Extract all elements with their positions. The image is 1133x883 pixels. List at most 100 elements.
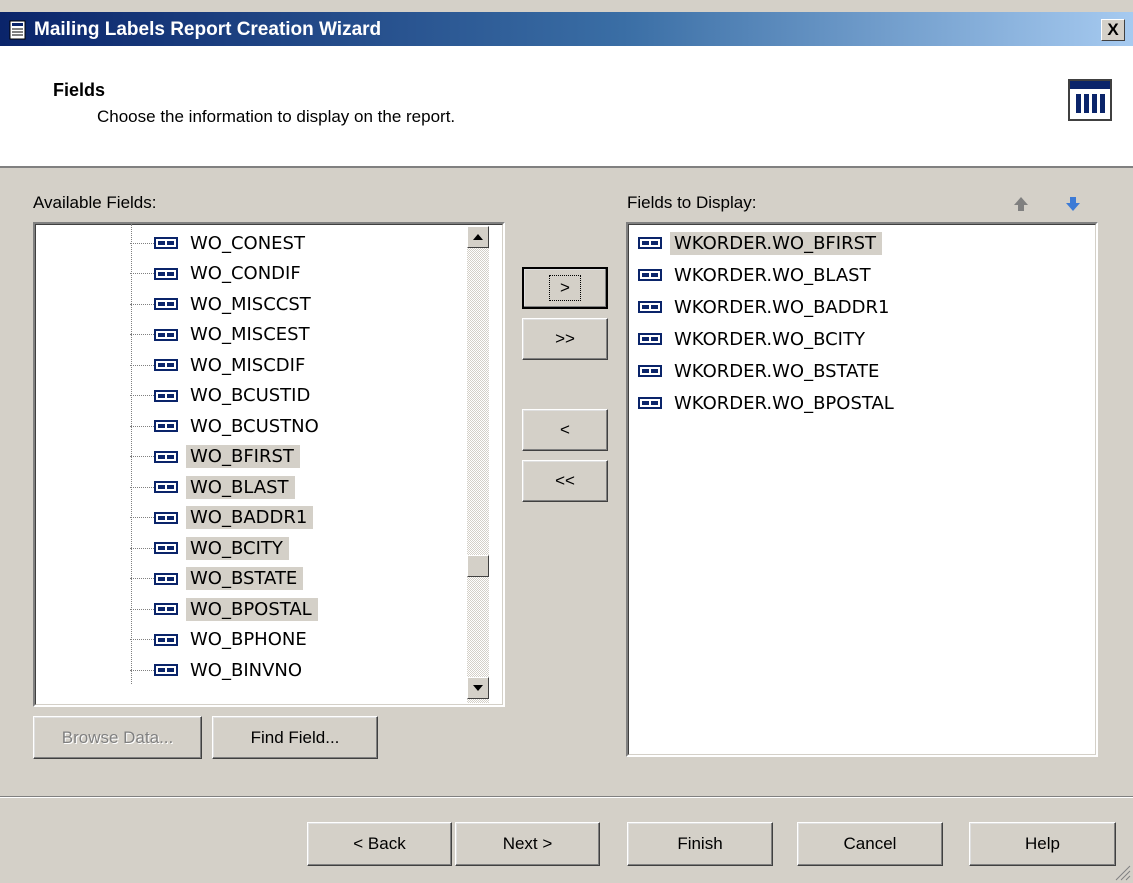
available-field-label: WO_CONDIF xyxy=(190,263,301,284)
available-field-label: WO_BSTATE xyxy=(186,567,304,590)
available-field-label: WO_MISCCST xyxy=(190,293,311,315)
available-field-item[interactable]: WO_BCUSTID xyxy=(130,381,316,411)
scroll-thumb[interactable] xyxy=(467,555,489,577)
add-field-button[interactable]: > xyxy=(522,267,608,309)
finish-button[interactable]: Finish xyxy=(627,822,773,866)
available-field-label: WO_BCITY xyxy=(186,536,289,560)
display-field-item[interactable]: WKORDER.WO_BLAST xyxy=(638,260,877,290)
display-field-item[interactable]: WKORDER.WO_BFIRST xyxy=(638,228,883,258)
tree-connector xyxy=(130,425,154,427)
table-icon xyxy=(1068,79,1112,121)
scroll-up-button[interactable] xyxy=(467,226,489,248)
available-field-label: WO_BINVNO xyxy=(190,659,303,681)
fields-to-display-label: Fields to Display: xyxy=(627,193,757,212)
tree-connector xyxy=(130,395,154,396)
available-field-item[interactable]: WO_MISCEST xyxy=(130,320,316,350)
back-button[interactable]: < Back xyxy=(307,822,452,866)
add-all-fields-button[interactable]: >> xyxy=(522,318,608,360)
page-title: Fields xyxy=(53,80,106,100)
display-field-label: WKORDER.WO_BPOSTAL xyxy=(674,392,894,414)
available-field-item[interactable]: WO_BSTATE xyxy=(130,564,304,594)
tree-connector xyxy=(130,669,154,671)
triangle-up-icon xyxy=(473,234,483,240)
available-field-item[interactable]: WO_BCITY xyxy=(130,533,289,563)
available-field-item[interactable]: WO_BADDR1 xyxy=(130,503,314,533)
field-icon xyxy=(154,603,178,615)
field-icon xyxy=(638,301,662,313)
available-field-item[interactable]: WO_BINVNO xyxy=(130,655,308,685)
display-field-item[interactable]: WKORDER.WO_BSTATE xyxy=(638,356,885,386)
triangle-down-icon xyxy=(473,685,483,691)
field-icon xyxy=(154,298,178,310)
next-button[interactable]: Next > xyxy=(455,822,600,866)
field-icon xyxy=(154,237,178,249)
close-button[interactable]: X xyxy=(1101,19,1125,41)
field-icon xyxy=(638,269,662,281)
available-field-item[interactable]: WO_CONDIF xyxy=(130,259,307,289)
available-field-label: WO_BCUSTID xyxy=(190,385,311,406)
tree-connector xyxy=(130,547,154,549)
available-field-label: WO_BLAST xyxy=(186,475,295,499)
field-icon xyxy=(638,237,662,249)
remove-all-fields-button[interactable]: << xyxy=(522,460,608,502)
field-icon xyxy=(154,511,178,524)
remove-field-button[interactable]: < xyxy=(522,409,608,451)
available-field-label: WO_BCUSTNO xyxy=(190,415,319,437)
display-field-item[interactable]: WKORDER.WO_BPOSTAL xyxy=(638,388,900,418)
available-field-label: WO_BFIRST xyxy=(186,445,300,468)
display-field-label: WKORDER.WO_BFIRST xyxy=(670,231,883,255)
tree-connector xyxy=(130,242,154,244)
display-field-item[interactable]: WKORDER.WO_BADDR1 xyxy=(638,292,895,322)
field-icon xyxy=(154,481,178,493)
available-field-label: WO_BADDR1 xyxy=(186,506,314,529)
tree-connector xyxy=(130,486,154,488)
resize-grip-icon[interactable] xyxy=(1113,863,1131,881)
tree-connector xyxy=(130,334,154,335)
field-icon xyxy=(154,633,178,646)
help-button[interactable]: Help xyxy=(969,822,1116,866)
field-icon xyxy=(154,328,178,341)
field-icon xyxy=(154,389,178,402)
available-field-item[interactable]: WO_BPOSTAL xyxy=(130,594,318,624)
available-field-item[interactable]: WO_BCUSTNO xyxy=(130,411,325,441)
field-icon xyxy=(638,333,662,345)
field-icon xyxy=(154,359,178,371)
field-icon xyxy=(154,420,178,432)
tree-connector xyxy=(130,456,154,457)
available-field-item[interactable]: WO_MISCDIF xyxy=(130,350,311,380)
move-up-icon[interactable] xyxy=(1011,194,1031,214)
field-icon xyxy=(154,572,178,585)
move-down-icon[interactable] xyxy=(1063,194,1083,214)
available-field-item[interactable]: WO_BPHONE xyxy=(130,625,313,655)
tree-connector xyxy=(130,639,154,640)
available-field-label: WO_MISCEST xyxy=(190,324,310,345)
tree-connector xyxy=(130,517,154,518)
display-field-item[interactable]: WKORDER.WO_BCITY xyxy=(638,324,871,354)
tree-connector xyxy=(130,273,154,274)
available-fields-label: Available Fields: xyxy=(33,193,157,212)
field-icon xyxy=(154,542,178,554)
available-field-item[interactable]: WO_CONEST xyxy=(130,228,311,258)
available-field-item[interactable]: WO_MISCCST xyxy=(130,289,317,319)
tree-connector xyxy=(130,303,154,305)
vertical-scrollbar[interactable] xyxy=(467,226,489,703)
report-icon xyxy=(9,20,26,40)
cancel-button[interactable]: Cancel xyxy=(797,822,943,866)
available-fields-list[interactable]: WO_CONEST WO_CONDIF WO_MISCCST WO_MISCEST WO… xyxy=(33,222,505,707)
available-field-label: WO_CONEST xyxy=(190,232,305,254)
field-icon xyxy=(154,450,178,463)
field-icon xyxy=(638,397,662,409)
display-field-label: WKORDER.WO_BCITY xyxy=(674,328,865,350)
field-icon xyxy=(638,365,662,377)
available-field-label: WO_BPOSTAL xyxy=(186,597,318,621)
find-field-button[interactable]: Find Field... xyxy=(212,716,378,759)
window-title: Mailing Labels Report Creation Wizard xyxy=(34,19,382,40)
display-field-label: WKORDER.WO_BLAST xyxy=(674,264,871,286)
available-field-label: WO_BPHONE xyxy=(190,629,307,650)
scroll-down-button[interactable] xyxy=(467,677,489,699)
tree-connector xyxy=(130,578,154,579)
fields-to-display-list[interactable]: WKORDER.WO_BFIRST WKORDER.WO_BLAST WKORDER… xyxy=(626,222,1098,757)
browse-data-button[interactable]: Browse Data... xyxy=(33,716,202,759)
available-field-item[interactable]: WO_BLAST xyxy=(130,472,295,502)
available-field-item[interactable]: WO_BFIRST xyxy=(130,442,300,472)
